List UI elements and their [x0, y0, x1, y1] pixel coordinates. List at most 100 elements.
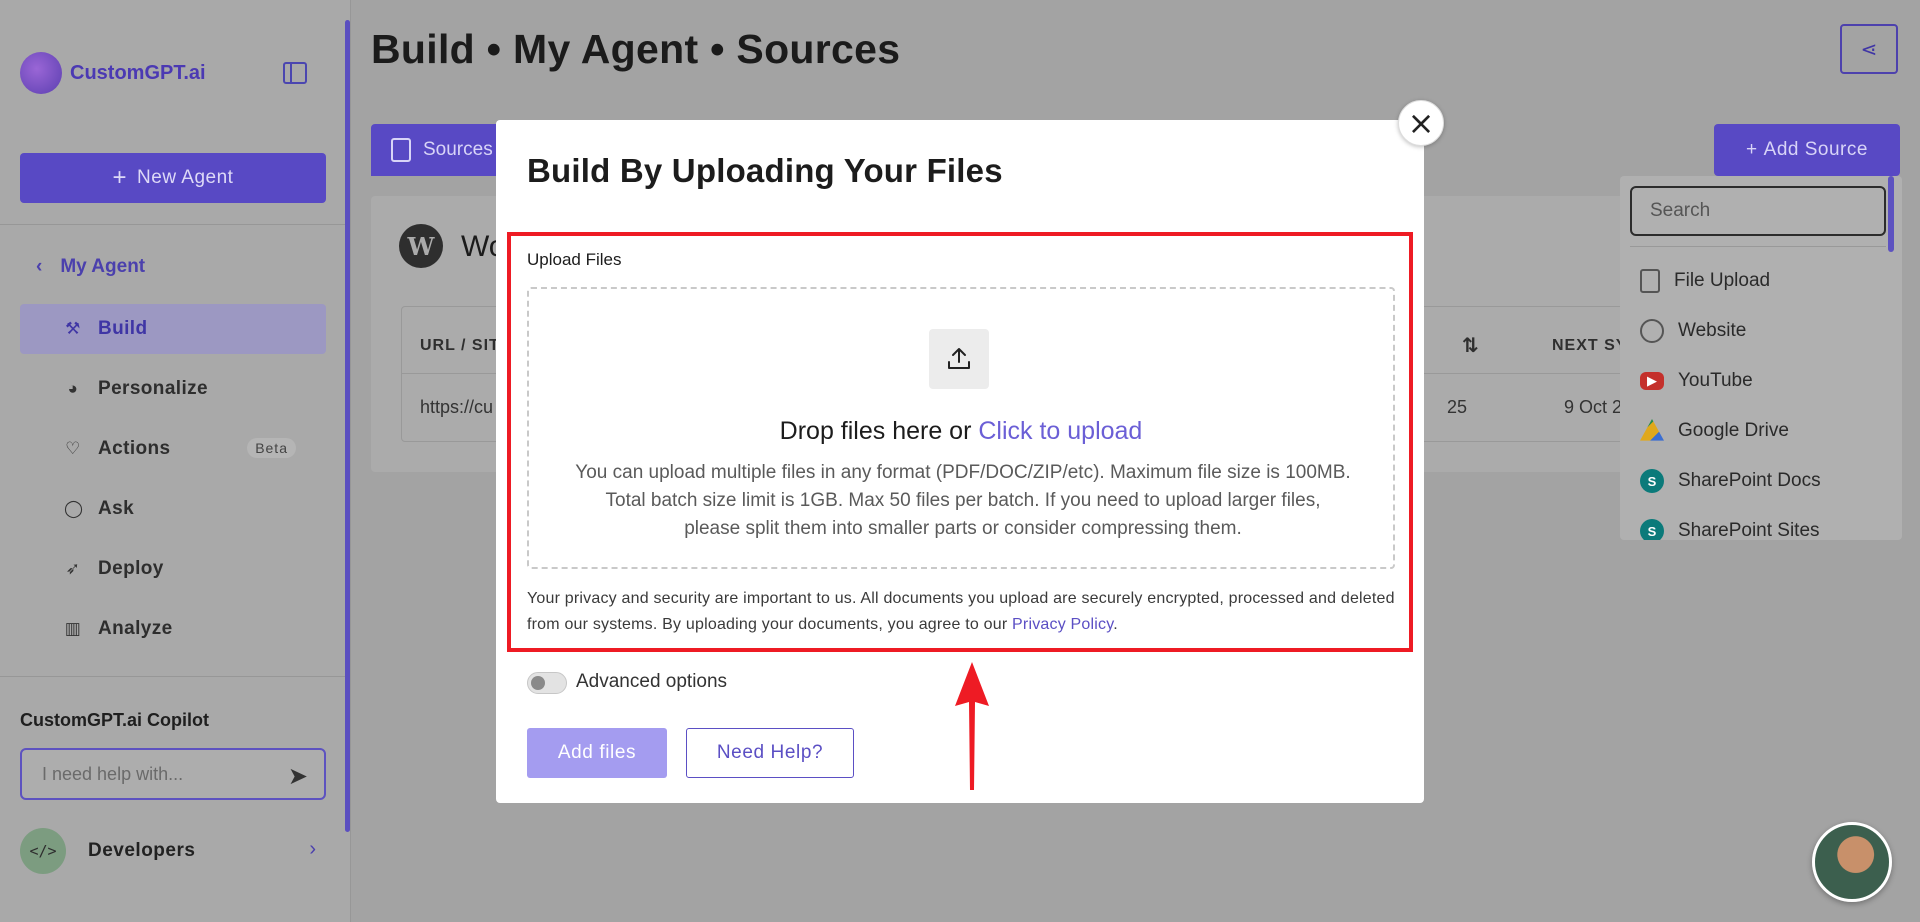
copilot-title: CustomGPT.ai Copilot [20, 710, 209, 730]
close-icon[interactable]: × [1398, 100, 1444, 146]
divider [1630, 246, 1886, 247]
menu-item-youtube[interactable]: ▶ YouTube [1640, 366, 1753, 396]
tab-sources-label: Sources [423, 139, 493, 160]
menu-search-input[interactable]: Search [1630, 186, 1886, 236]
sharepoint-icon: S [1640, 469, 1664, 493]
sidebar-item-deploy[interactable]: ➶ Deploy [20, 544, 326, 594]
period: . [1113, 616, 1118, 633]
my-agent-label: My Agent [60, 256, 146, 277]
send-icon[interactable]: ➤ [288, 762, 308, 791]
sidebar-collapse-icon[interactable] [283, 62, 307, 84]
menu-item-google-drive[interactable]: Google Drive [1640, 416, 1789, 446]
brain-logo-icon [20, 52, 62, 94]
search-placeholder: Search [1650, 200, 1711, 221]
brand-logo[interactable]: CustomGPT.ai [20, 52, 206, 94]
chevron-right-icon: › [309, 838, 316, 860]
sidebar-item-build[interactable]: ⚒ Build [20, 304, 326, 354]
table-cell: 25 [1447, 397, 1468, 417]
beta-badge: Beta [247, 438, 296, 458]
globe-icon [1640, 319, 1664, 343]
chat-icon: ◯ [64, 499, 84, 518]
add-source-button[interactable]: + Add Source [1714, 124, 1900, 176]
add-source-menu: Search File Upload Website ▶ YouTube Goo… [1620, 176, 1902, 540]
divider [0, 676, 346, 677]
menu-scrollbar[interactable] [1888, 176, 1894, 252]
sharepoint-icon: S [1640, 519, 1664, 540]
menu-item-label: Google Drive [1678, 420, 1789, 441]
code-icon: </> [20, 828, 66, 874]
menu-item-website[interactable]: Website [1640, 316, 1746, 346]
sidebar-item-label: Analyze [98, 618, 173, 639]
new-agent-button[interactable]: + New Agent [20, 153, 326, 203]
sidebar-item-analyze[interactable]: ▥ Analyze [20, 604, 326, 654]
table-cell-url[interactable]: https://cu [420, 397, 493, 418]
click-to-upload-link[interactable]: Click to upload [978, 417, 1142, 445]
need-help-button[interactable]: Need Help? [686, 728, 854, 778]
annotation-arrow-icon [955, 662, 989, 790]
hint-line: You can upload multiple files in any for… [575, 462, 1351, 483]
share-button[interactable]: ⋖ [1840, 24, 1898, 74]
menu-item-label: SharePoint Sites [1678, 520, 1820, 540]
menu-item-label: File Upload [1674, 270, 1771, 291]
developers-link[interactable]: </> Developers › [20, 826, 326, 876]
heart-hand-icon: ♡ [65, 439, 81, 458]
chevron-left-icon: ‹ [36, 256, 43, 277]
menu-item-sharepoint-sites[interactable]: S SharePoint Sites [1640, 516, 1820, 540]
clipboard-icon [391, 138, 411, 162]
bar-chart-icon: ▥ [64, 619, 82, 638]
plus-icon: + [112, 164, 128, 191]
menu-item-label: Website [1678, 320, 1747, 341]
wordpress-icon: W [399, 224, 443, 268]
sidebar: CustomGPT.ai + New Agent ‹ My Agent ⚒ Bu… [0, 0, 351, 922]
menu-item-file-upload[interactable]: File Upload [1640, 266, 1770, 296]
youtube-icon: ▶ [1640, 372, 1664, 390]
menu-item-sharepoint-docs[interactable]: S SharePoint Docs [1640, 466, 1821, 496]
sidebar-item-label: Deploy [98, 558, 164, 579]
plus-icon: + [1746, 139, 1758, 160]
sidebar-item-label: Build [98, 318, 148, 339]
menu-item-label: YouTube [1678, 370, 1753, 391]
upload-limits-text: You can upload multiple files in any for… [549, 459, 1377, 543]
developers-label: Developers [88, 840, 196, 861]
divider [0, 224, 346, 225]
sidebar-item-label: Actions [98, 438, 171, 459]
sidebar-item-ask[interactable]: ◯ Ask [20, 484, 326, 534]
hint-line: Total batch size limit is 1GB. Max 50 fi… [605, 490, 1321, 511]
sidebar-item-label: Personalize [98, 378, 209, 399]
build-icon: ⚒ [65, 319, 81, 338]
google-drive-icon [1640, 419, 1664, 441]
rocket-icon: ➶ [65, 559, 81, 578]
add-files-button[interactable]: Add files [527, 728, 667, 778]
advanced-options-label: Advanced options [576, 671, 728, 692]
tab-sources[interactable]: Sources [371, 124, 511, 176]
upload-files-label: Upload Files [527, 250, 622, 269]
column-header-url[interactable]: URL / SIT [420, 337, 500, 355]
copilot-placeholder: I need help with... [42, 763, 184, 784]
upload-icon[interactable] [929, 329, 989, 389]
new-agent-label: New Agent [137, 167, 234, 188]
support-avatar[interactable] [1812, 822, 1892, 902]
back-to-my-agent[interactable]: ‹ My Agent [36, 256, 145, 278]
menu-item-label: SharePoint Docs [1678, 470, 1821, 491]
sidebar-item-personalize[interactable]: ◕ Personalize [20, 364, 326, 414]
drop-text: Drop files here or [779, 417, 972, 445]
privacy-notice: Your privacy and security are important … [527, 586, 1395, 638]
sidebar-scrollbar[interactable] [345, 20, 350, 832]
privacy-policy-link[interactable]: Privacy Policy [1012, 616, 1113, 633]
drop-instructions: Drop files here or Click to upload [529, 417, 1393, 446]
brand-name: CustomGPT.ai [70, 61, 206, 84]
file-icon [1640, 269, 1660, 293]
dialog-title: Build By Uploading Your Files [527, 152, 1003, 189]
file-dropzone[interactable]: Drop files here or Click to upload You c… [527, 287, 1395, 569]
share-icon: ⋖ [1860, 38, 1878, 61]
copilot-input[interactable]: I need help with... ➤ [20, 748, 326, 800]
sidebar-item-actions[interactable]: ♡ Actions Beta [20, 424, 326, 474]
palette-icon: ◕ [67, 379, 79, 398]
hint-line: please split them into smaller parts or … [684, 518, 1242, 539]
sort-icon[interactable]: ⇅ [1462, 333, 1480, 358]
page-title: Build • My Agent • Sources [371, 26, 901, 72]
privacy-text: Your privacy and security are important … [527, 590, 1395, 633]
advanced-options-toggle[interactable] [527, 672, 567, 694]
toggle-knob [531, 676, 545, 690]
add-source-label: Add Source [1763, 139, 1868, 160]
